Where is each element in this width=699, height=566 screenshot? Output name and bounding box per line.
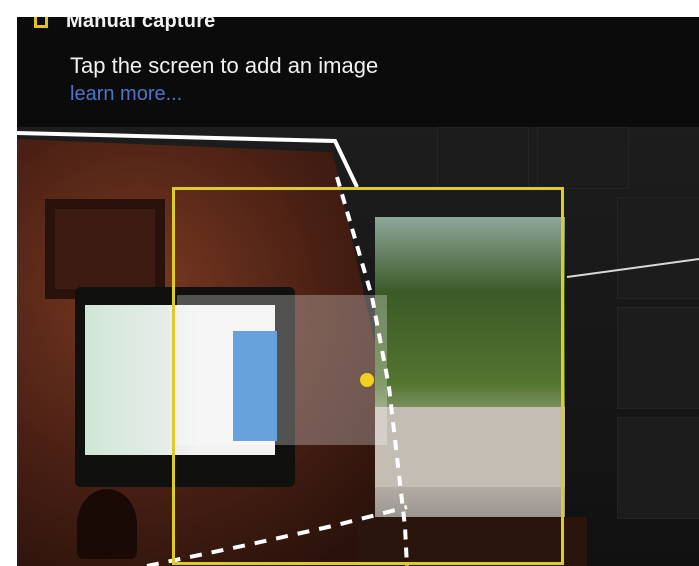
manual-capture-label: Manual capture (66, 17, 216, 32)
camera-app-screen: Manual capture Tap the screen to add an … (17, 17, 699, 566)
instruction-banner: Manual capture Tap the screen to add an … (17, 17, 699, 127)
instruction-text: Tap the screen to add an image (70, 53, 379, 78)
camera-viewfinder[interactable] (17, 127, 699, 566)
capture-target-dot[interactable] (360, 373, 374, 387)
learn-more-link[interactable]: learn more... (70, 83, 182, 106)
captured-edge-line (17, 131, 359, 188)
checkbox-icon[interactable] (34, 17, 48, 28)
manual-capture-option[interactable]: Manual capture (34, 17, 216, 33)
panorama-guide-line (566, 258, 699, 278)
